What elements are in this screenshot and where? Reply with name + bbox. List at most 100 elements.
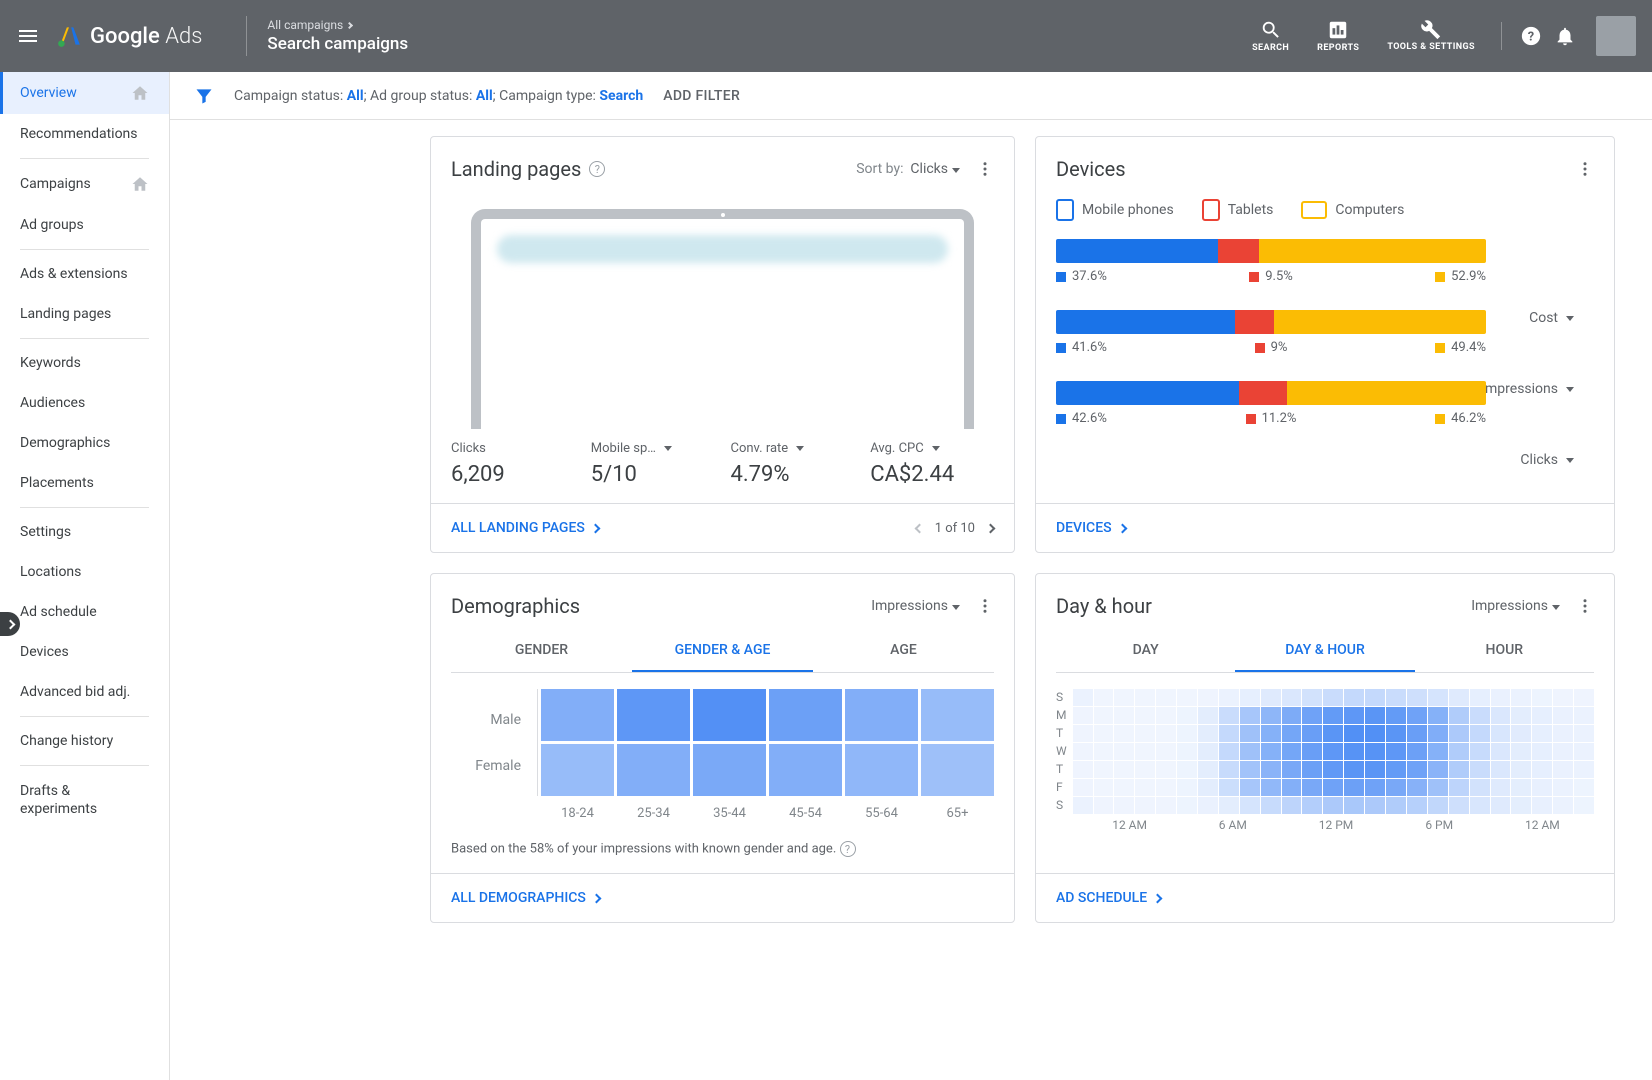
heatmap-cell [1553,797,1573,814]
card-day-hour: Day & hour Impressions DAY DAY & HOUR HO… [1035,573,1615,923]
breadcrumb[interactable]: All campaigns Search campaigns [267,18,408,54]
logo[interactable]: Google Ads [56,23,202,49]
heatmap-cell [1094,707,1114,724]
heatmap-cell [1114,707,1134,724]
tools-button[interactable]: TOOLS & SETTINGS [1379,19,1483,53]
devices-metric-dropdown[interactable]: Clicks [1520,452,1574,468]
heatmap-cell [1344,707,1364,724]
heatmap-cell [1365,689,1385,706]
more-icon[interactable] [1576,597,1594,615]
more-icon[interactable] [976,597,994,615]
sidebar-item-landing-pages[interactable]: Landing pages [0,294,169,334]
reports-button[interactable]: REPORTS [1309,19,1367,53]
help-icon[interactable]: ? [589,161,605,177]
heatmap-cell [1219,797,1239,814]
heatmap-cell [1261,743,1281,760]
devices-row-clicks: 42.6%11.2%46.2%Clicks [1056,381,1594,426]
heatmap-cell [1470,725,1490,742]
sidebar-item-recommendations[interactable]: Recommendations [0,114,169,154]
metric-dropdown[interactable]: Impressions [871,598,960,614]
heatmap-cell [1094,725,1114,742]
tab-gender[interactable]: GENDER [451,630,632,672]
heatmap-cell [1073,725,1093,742]
heatmap-cell [1135,779,1155,796]
heatmap-cell [1240,707,1260,724]
tab-day[interactable]: DAY [1056,630,1235,672]
sidebar-item-ads-extensions[interactable]: Ads & extensions [0,254,169,294]
all-demographics-link[interactable]: ALL DEMOGRAPHICS [451,890,600,906]
chevron-right-icon [346,21,353,28]
heatmap-cell [1240,797,1260,814]
heatmap-cell [1553,725,1573,742]
heatmap-cell [1344,725,1364,742]
bell-icon[interactable] [1554,25,1576,47]
more-icon[interactable] [1576,160,1594,178]
prev-button[interactable] [914,523,924,533]
heatmap-cell [1114,779,1134,796]
filter-icon[interactable] [194,86,214,106]
search-icon [1260,19,1282,41]
menu-icon[interactable] [16,24,40,48]
header-tools: SEARCH REPORTS TOOLS & SETTINGS ? [1244,16,1636,56]
heatmap-cell [1511,761,1531,778]
heatmap-cell [1532,725,1552,742]
heatmap-cell [1470,797,1490,814]
heatmap-cell [1135,689,1155,706]
search-button[interactable]: SEARCH [1244,19,1297,53]
heatmap-cell [1177,707,1197,724]
sidebar-item-adschedule[interactable]: Ad schedule [0,592,169,632]
metric-dropdown[interactable]: Impressions [1471,598,1560,614]
heatmap-cell [1365,707,1385,724]
add-filter-button[interactable]: ADD FILTER [663,88,740,104]
sidebar-item-audiences[interactable]: Audiences [0,383,169,423]
heatmap-cell [1428,725,1448,742]
avatar[interactable] [1596,16,1636,56]
sidebar-item-overview[interactable]: Overview [0,72,169,114]
tab-day-hour[interactable]: DAY & HOUR [1235,630,1414,672]
next-button[interactable] [986,523,996,533]
sidebar-item-settings[interactable]: Settings [0,512,169,552]
all-landing-pages-link[interactable]: ALL LANDING PAGES [451,520,599,536]
sidebar-item-advancedbid[interactable]: Advanced bid adj. [0,672,169,712]
heatmap-cell [1428,689,1448,706]
heatmap-cell [1386,707,1406,724]
metric-mobile-speed[interactable]: Mobile sp…5/10 [591,441,715,487]
sidebar-item-keywords[interactable]: Keywords [0,343,169,383]
heatmap-cell [1261,725,1281,742]
heatmap-cell [1323,707,1343,724]
app-header: Google Ads All campaigns Search campaign… [0,0,1652,72]
metric-conv-rate[interactable]: Conv. rate4.79% [731,441,855,487]
ad-schedule-link[interactable]: AD SCHEDULE [1056,890,1161,906]
sidebar-item-campaigns[interactable]: Campaigns [0,163,169,205]
sidebar-item-locations[interactable]: Locations [0,552,169,592]
dayhour-tabs: DAY DAY & HOUR HOUR [1056,630,1594,673]
heatmap-cell [1449,707,1469,724]
heatmap-cell [1156,797,1176,814]
filter-chip[interactable]: Campaign status: All; Ad group status: A… [234,88,643,104]
landing-page-preview [471,209,974,429]
sidebar-item-adgroups[interactable]: Ad groups [0,205,169,245]
heatmap-cell [1282,779,1302,796]
sidebar-item-devices[interactable]: Devices [0,632,169,672]
tab-gender-age[interactable]: GENDER & AGE [632,630,813,672]
heatmap-cell [1219,707,1239,724]
sidebar-item-drafts[interactable]: Drafts & experiments [0,770,169,830]
more-icon[interactable] [976,160,994,178]
heatmap-cell [769,744,842,796]
heatmap-cell [1135,725,1155,742]
sidebar-item-placements[interactable]: Placements [0,463,169,503]
heatmap-cell [1386,779,1406,796]
sidebar-item-demographics[interactable]: Demographics [0,423,169,463]
heatmap-cell [1323,797,1343,814]
tab-hour[interactable]: HOUR [1415,630,1594,672]
tab-age[interactable]: AGE [813,630,994,672]
help-icon[interactable]: ? [1520,25,1542,47]
help-icon[interactable]: ? [840,841,856,857]
sort-dropdown[interactable]: Sort by: Clicks [856,161,960,177]
heatmap-cell [1511,743,1531,760]
svg-text:?: ? [1528,30,1534,45]
devices-link[interactable]: DEVICES [1056,520,1126,536]
metric-avg-cpc[interactable]: Avg. CPCCA$2.44 [870,441,994,487]
heatmap-cell [1428,797,1448,814]
sidebar-item-changehistory[interactable]: Change history [0,721,169,761]
